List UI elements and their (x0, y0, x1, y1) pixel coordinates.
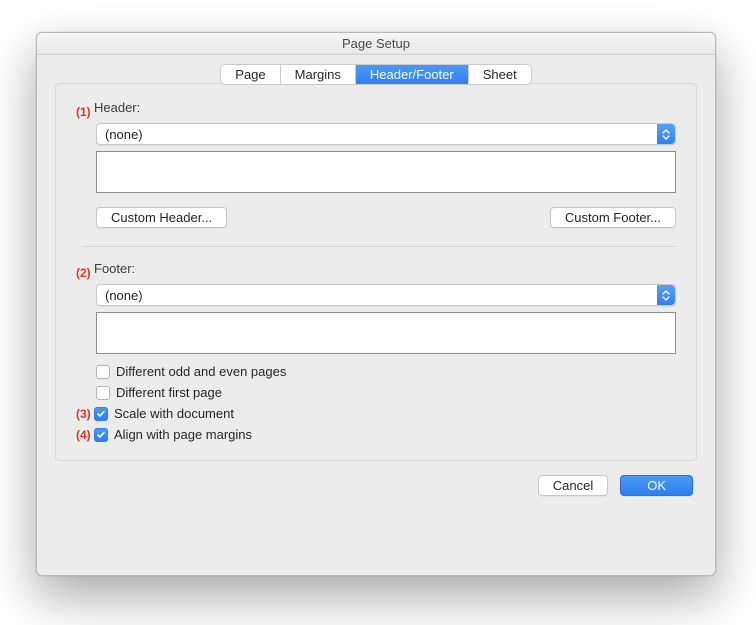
tab-header-footer[interactable]: Header/Footer (356, 65, 469, 84)
marker-2: (2) (76, 266, 94, 280)
label-align-margins: Align with page margins (114, 427, 252, 442)
marker-4: (4) (76, 428, 94, 442)
window-title: Page Setup (37, 33, 715, 55)
dialog-buttons: Cancel OK (55, 475, 697, 496)
marker-1: (1) (76, 105, 94, 119)
chevron-updown-icon (657, 124, 675, 144)
footer-label: Footer: (94, 261, 135, 276)
tab-panel: (1) Header: (none) Custom Header... Cust… (55, 83, 697, 461)
footer-dropdown-value: (none) (105, 288, 143, 303)
chevron-updown-icon (657, 285, 675, 305)
tab-margins[interactable]: Margins (281, 65, 356, 84)
label-scale-doc: Scale with document (114, 406, 234, 421)
tab-bar: Page Margins Header/Footer Sheet (55, 65, 697, 84)
page-setup-window: Page Setup Page Margins Header/Footer Sh… (36, 32, 716, 576)
tab-sheet[interactable]: Sheet (469, 65, 531, 84)
checkbox-align-margins[interactable] (94, 428, 108, 442)
cancel-button[interactable]: Cancel (538, 475, 608, 496)
window-content: Page Margins Header/Footer Sheet (1) Hea… (37, 55, 715, 510)
marker-3: (3) (76, 407, 94, 421)
custom-header-button[interactable]: Custom Header... (96, 207, 227, 228)
checkbox-scale-doc[interactable] (94, 407, 108, 421)
header-label: Header: (94, 100, 140, 115)
ok-button[interactable]: OK (620, 475, 693, 496)
section-divider (82, 246, 676, 247)
label-diff-odd-even: Different odd and even pages (116, 364, 286, 379)
label-diff-first: Different first page (116, 385, 222, 400)
header-dropdown-value: (none) (105, 127, 143, 142)
checkbox-diff-first[interactable] (96, 386, 110, 400)
custom-footer-button[interactable]: Custom Footer... (550, 207, 676, 228)
footer-preview (96, 312, 676, 354)
header-dropdown[interactable]: (none) (96, 123, 676, 145)
checkbox-diff-odd-even[interactable] (96, 365, 110, 379)
tab-page[interactable]: Page (221, 65, 280, 84)
header-preview (96, 151, 676, 193)
footer-dropdown[interactable]: (none) (96, 284, 676, 306)
options-group: Different odd and even pages Different f… (96, 364, 676, 442)
